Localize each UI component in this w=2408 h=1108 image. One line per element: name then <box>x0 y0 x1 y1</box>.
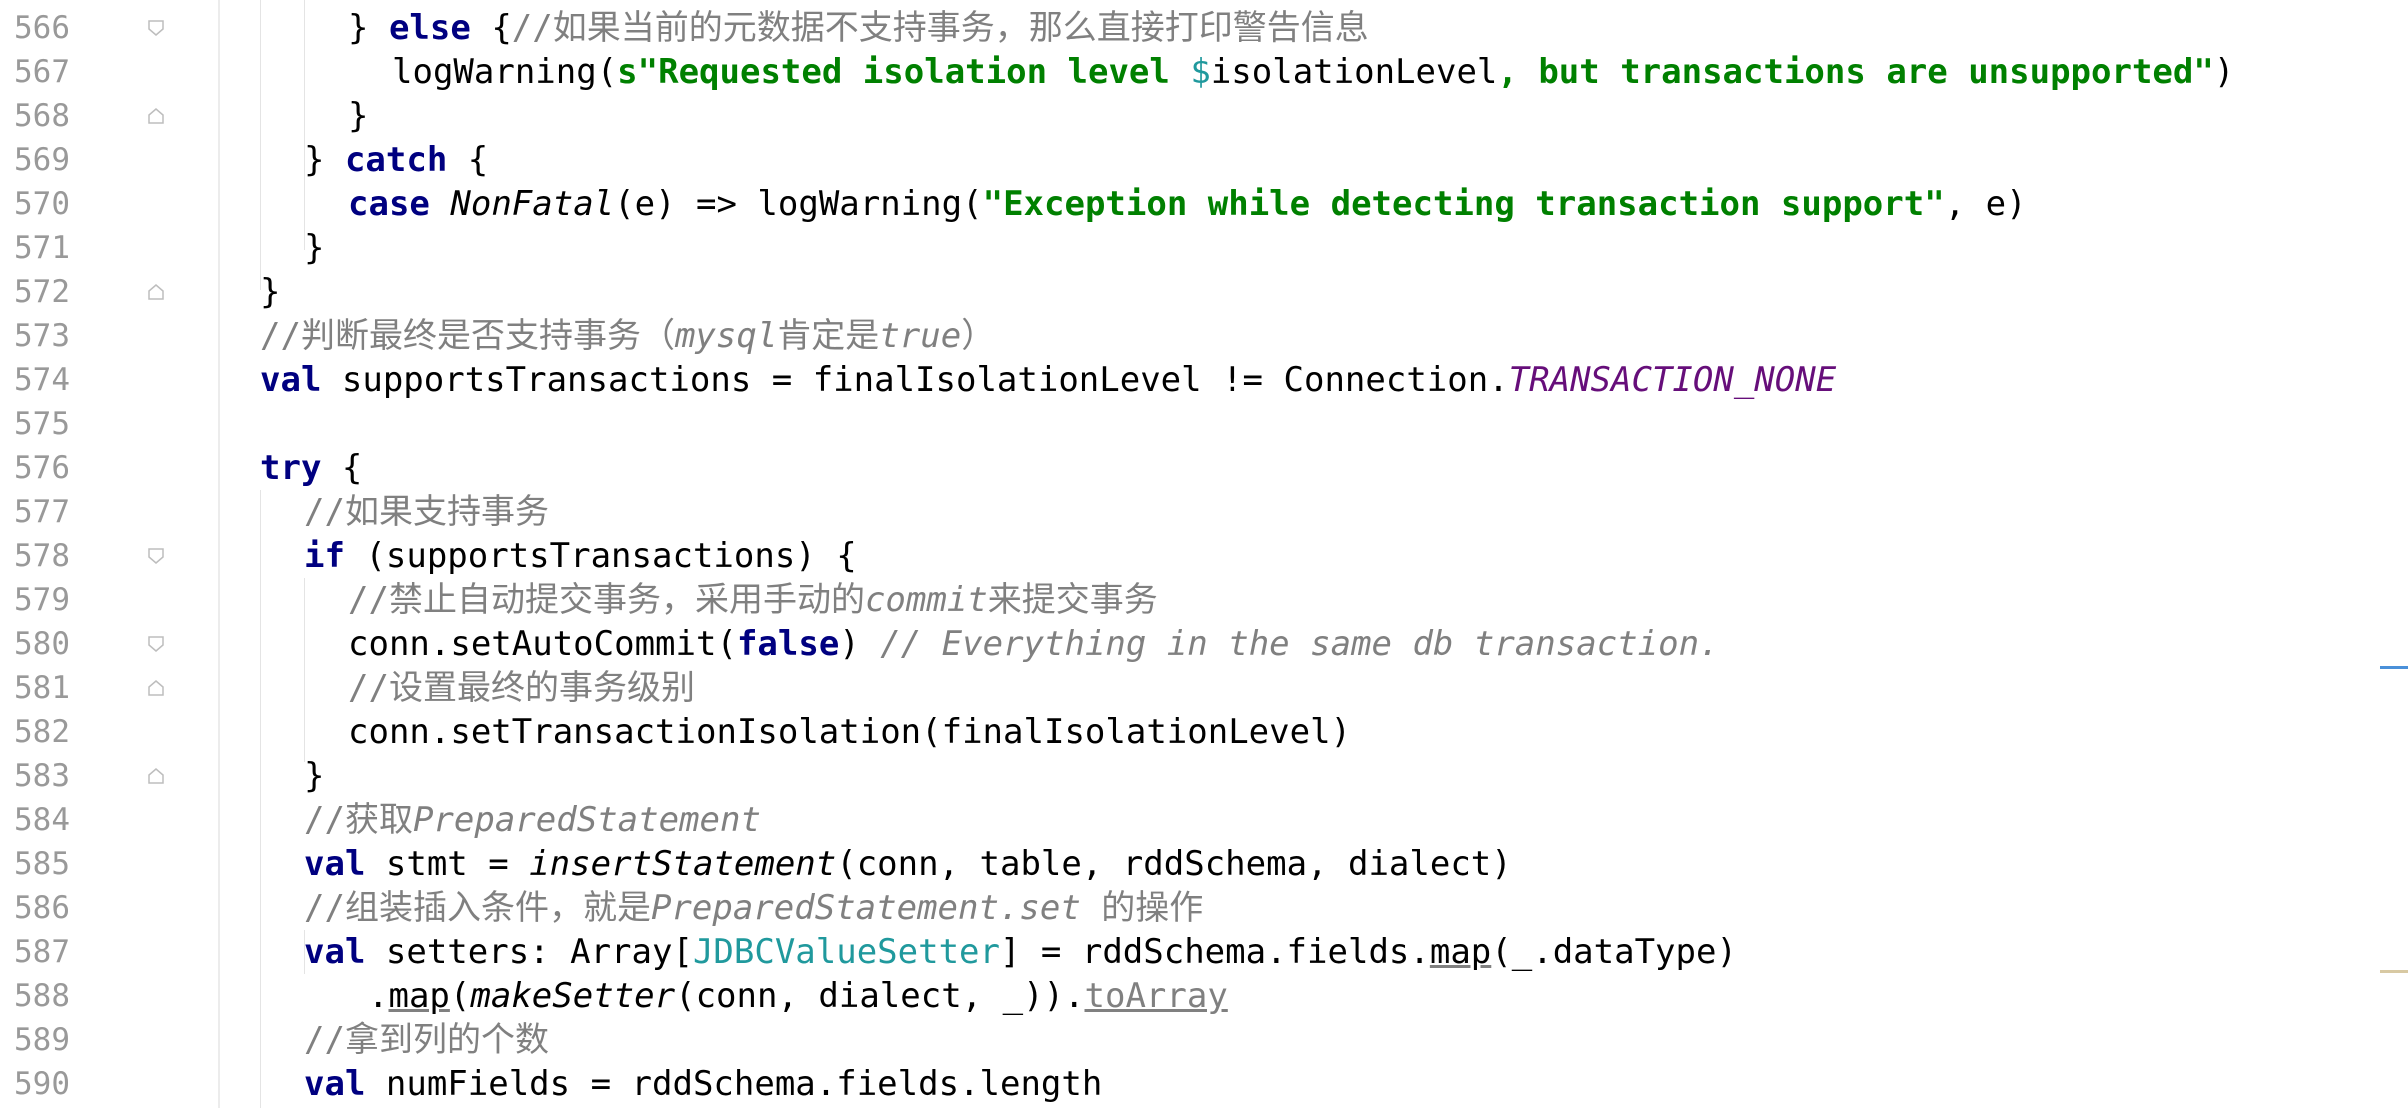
code-line-569: } catch { <box>304 140 489 180</box>
code-line-588: .map(makeSetter(conn, dialect, _)).toArr… <box>368 976 1228 1016</box>
code-line-574: val supportsTransactions = finalIsolatio… <box>260 360 1837 400</box>
line-number: 568 <box>14 98 70 134</box>
fold-end-icon[interactable] <box>147 635 165 653</box>
indent-guide <box>260 0 261 290</box>
code-area[interactable]: } else {//如果当前的元数据不支持事务，那么直接打印警告信息 logWa… <box>220 0 2408 1108</box>
code-line-578: if (supportsTransactions) { <box>304 536 857 576</box>
line-number: 587 <box>14 934 70 970</box>
code-line-576: try { <box>260 448 363 488</box>
fold-end-icon[interactable] <box>147 19 165 37</box>
code-line-586: //组装插入条件，就是PreparedStatement.set 的操作 <box>304 888 1204 928</box>
line-number: 573 <box>14 318 70 354</box>
code-line-584: //获取PreparedStatement <box>304 800 761 840</box>
code-line-572: } <box>260 272 281 312</box>
line-number: 586 <box>14 890 70 926</box>
code-line-573: //判断最终是否支持事务（mysql肯定是true） <box>260 316 996 356</box>
line-number: 584 <box>14 802 70 838</box>
line-number: 572 <box>14 274 70 310</box>
line-number: 575 <box>14 406 70 442</box>
line-number: 578 <box>14 538 70 574</box>
fold-end-icon[interactable] <box>147 547 165 565</box>
line-number: 581 <box>14 670 70 706</box>
line-number: 590 <box>14 1066 70 1102</box>
indent-guide <box>304 578 305 762</box>
code-line-590: val numFields = rddSchema.fields.length <box>304 1064 1103 1104</box>
indent-guide <box>260 490 261 1108</box>
code-line-587: val setters: Array[JDBCValueSetter] = rd… <box>304 932 1737 972</box>
fold-start-icon[interactable] <box>147 107 165 125</box>
code-line-567: logWarning(s"Requested isolation level $… <box>392 52 2235 92</box>
code-line-583: } <box>304 756 325 796</box>
code-line-582: conn.setTransactionIsolation(finalIsolat… <box>348 712 1352 752</box>
line-number: 567 <box>14 54 70 90</box>
code-line-585: val stmt = insertStatement(conn, table, … <box>304 844 1512 884</box>
fold-start-icon[interactable] <box>147 283 165 301</box>
line-number: 577 <box>14 494 70 530</box>
scrollbar-change-marker[interactable] <box>2380 666 2408 669</box>
code-line-589: //拿到列的个数 <box>304 1020 549 1060</box>
code-line-580: conn.setAutoCommit(false) // Everything … <box>348 624 1720 664</box>
line-number: 566 <box>14 10 70 46</box>
line-number: 574 <box>14 362 70 398</box>
line-number: 585 <box>14 846 70 882</box>
line-number: 576 <box>14 450 70 486</box>
line-number: 580 <box>14 626 70 662</box>
code-line-570: case NonFatal(e) => logWarning("Exceptio… <box>348 184 2027 224</box>
line-number: 583 <box>14 758 70 794</box>
line-number: 571 <box>14 230 70 266</box>
fold-start-icon[interactable] <box>147 767 165 785</box>
code-line-566: } else {//如果当前的元数据不支持事务，那么直接打印警告信息 <box>348 8 1369 48</box>
code-line-571: } <box>304 228 325 268</box>
line-number: 569 <box>14 142 70 178</box>
line-number: 579 <box>14 582 70 618</box>
line-number: 589 <box>14 1022 70 1058</box>
code-line-581: //设置最终的事务级别 <box>348 668 695 708</box>
code-line-577: //如果支持事务 <box>304 492 549 532</box>
fold-start-icon[interactable] <box>147 679 165 697</box>
line-number: 582 <box>14 714 70 750</box>
line-number: 588 <box>14 978 70 1014</box>
code-line-568: } <box>348 96 369 136</box>
line-number: 570 <box>14 186 70 222</box>
code-editor[interactable]: 566 567 568 569 570 571 572 573 574 575 … <box>0 0 2408 1108</box>
line-number-gutter: 566 567 568 569 570 571 572 573 574 575 … <box>0 0 220 1108</box>
code-line-579: //禁止自动提交事务，采用手动的commit来提交事务 <box>348 580 1158 620</box>
indent-guide <box>304 0 305 250</box>
scrollbar-warning-marker[interactable] <box>2380 970 2408 973</box>
